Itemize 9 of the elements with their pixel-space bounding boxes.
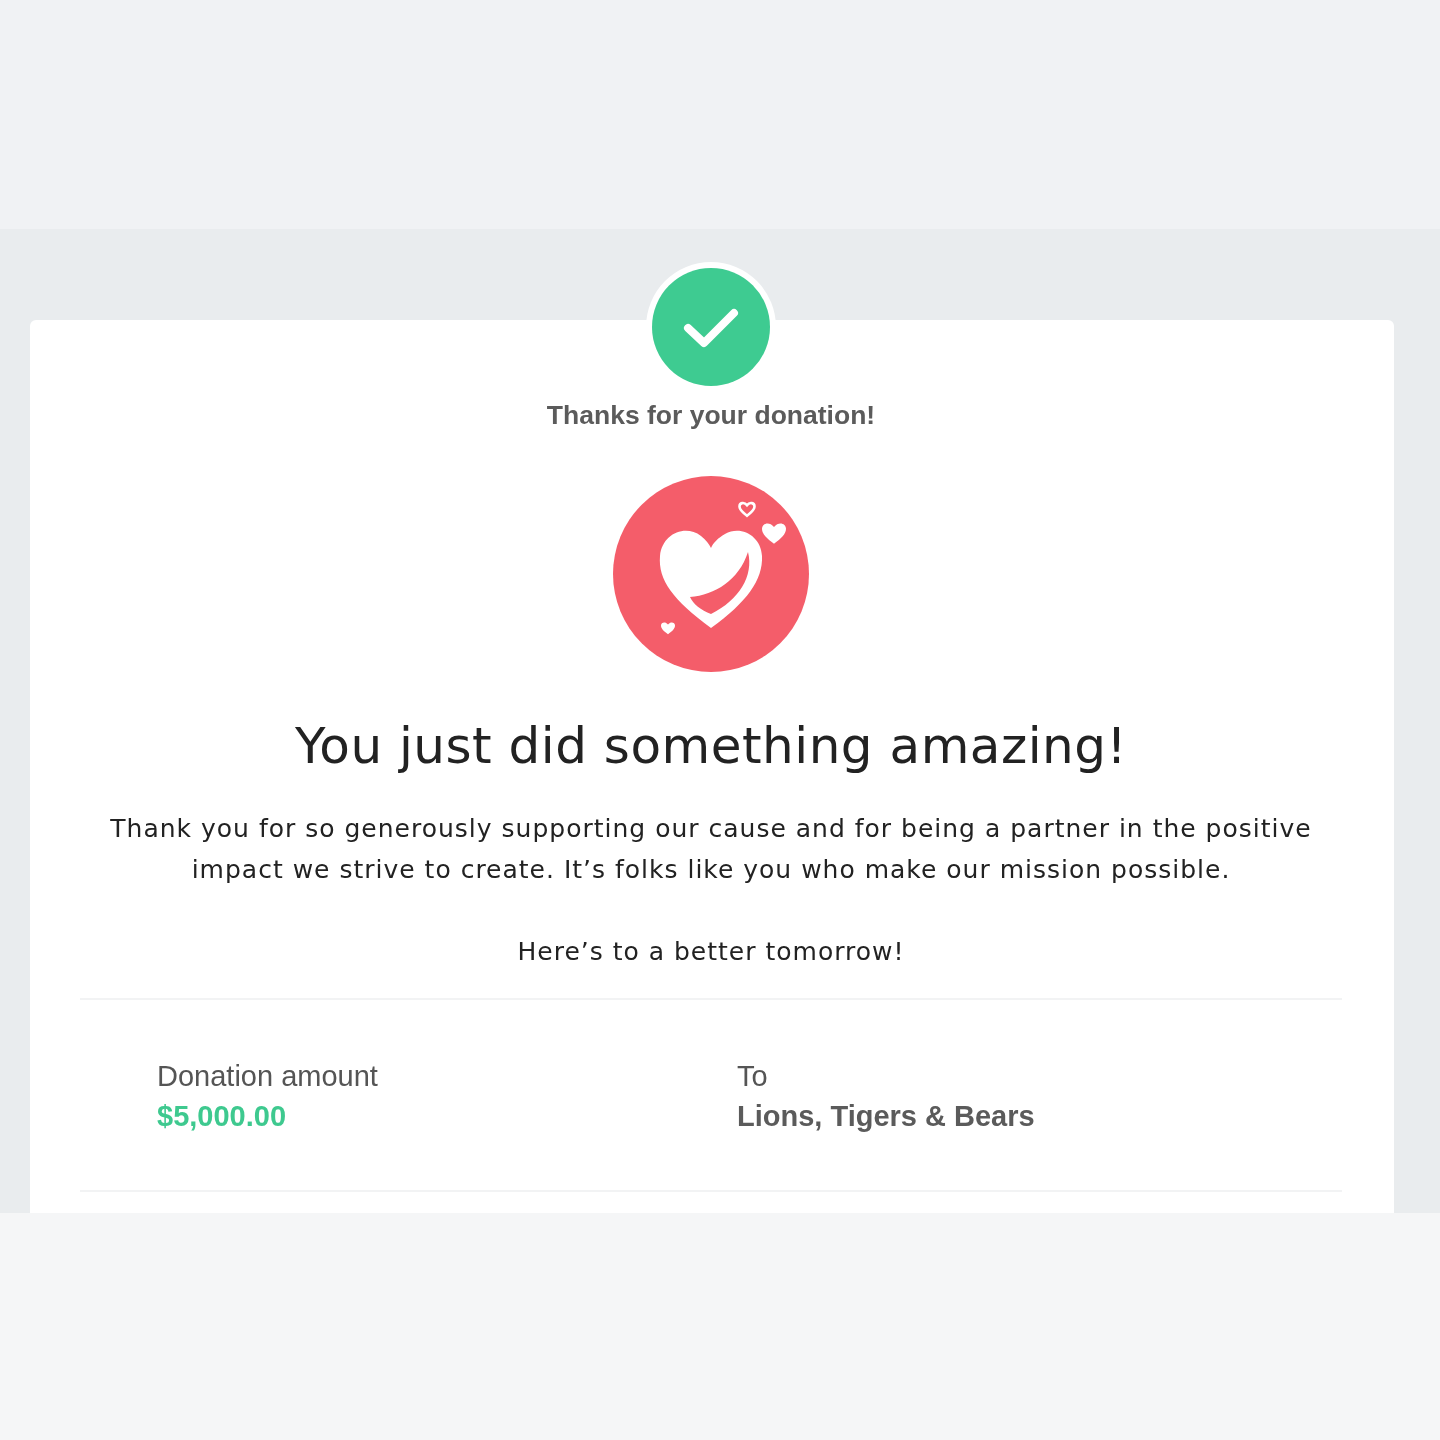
hearts-icon [613,476,809,672]
thank-you-message: Thank you for so generously supporting our cause and for being a partner in the positive impact we strive to create. It’s folks like you who make our mission possible. [109,813,1313,886]
detail-label: Donation amount [157,1059,378,1094]
headline: You just did something amazing! [294,716,1128,776]
donation-amount: $5,000.00 [157,1099,286,1134]
status-text: Thanks for your donation! [546,400,876,430]
detail-label: To [737,1059,768,1094]
closing-text: Here’s to a better tomorrow! [517,936,905,968]
recipient-name: Lions, Tigers & Bears [737,1099,1035,1134]
